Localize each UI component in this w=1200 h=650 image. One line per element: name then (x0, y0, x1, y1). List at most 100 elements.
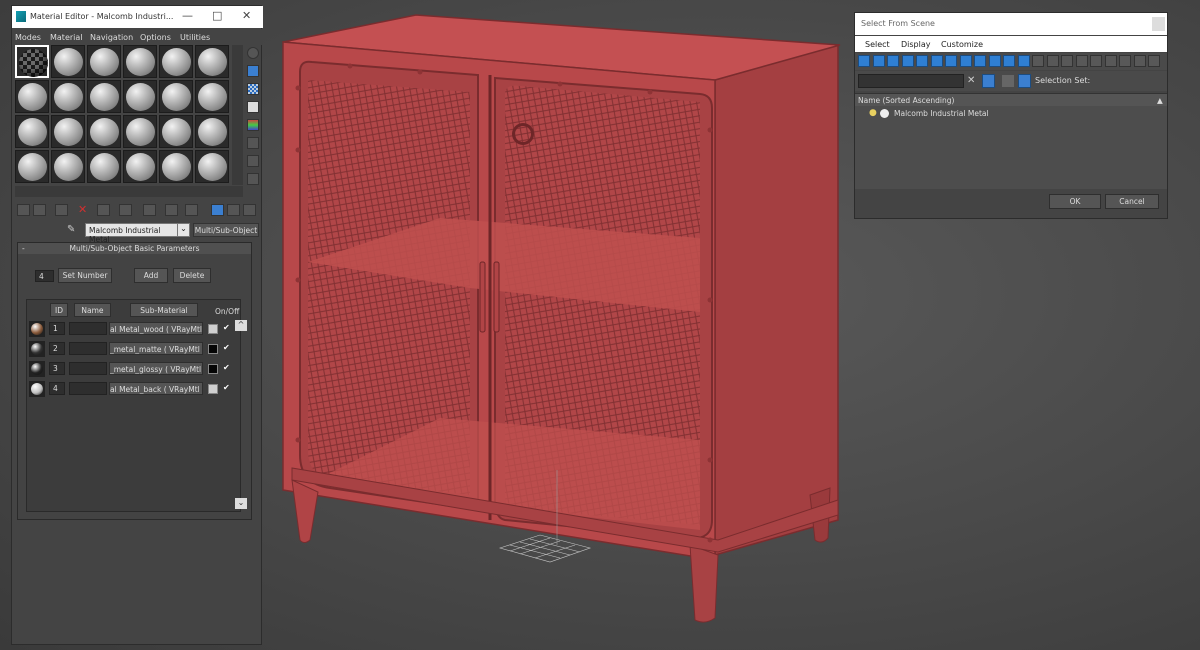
filter-display-none-icon[interactable] (1046, 55, 1059, 67)
options-icon[interactable] (247, 155, 259, 167)
material-id-channel-icon[interactable] (165, 204, 178, 216)
slots-vertical-scrollbar[interactable] (232, 45, 243, 185)
sub-material-name-field[interactable] (69, 362, 107, 375)
filter-helpers-icon[interactable] (916, 55, 928, 67)
filter-expand-icon[interactable] (1148, 55, 1160, 67)
sample-slot[interactable] (159, 115, 193, 148)
menu-modes[interactable]: Modes (15, 33, 41, 42)
list-item[interactable]: ● Malcomb Industrial Metal (869, 108, 1167, 120)
sub-material-thumbnail[interactable] (29, 321, 45, 337)
maximize-button[interactable]: □ (212, 10, 222, 22)
filter-filter-icon[interactable] (1104, 55, 1117, 67)
sample-slot[interactable] (159, 80, 193, 113)
menu-customize[interactable]: Customize (941, 40, 983, 49)
put-to-scene-icon[interactable] (33, 204, 46, 216)
sample-slot[interactable] (51, 80, 85, 113)
set-number-button[interactable]: Set Number (58, 268, 112, 283)
pick-material-eyedropper-icon[interactable]: ✎ (67, 224, 75, 235)
menu-display[interactable]: Display (901, 40, 931, 49)
menu-navigation[interactable]: Navigation (90, 33, 133, 42)
filter-space-warps-icon[interactable] (930, 55, 943, 67)
sub-material-button[interactable]: al Metal_wood ( VRayMtl ) (109, 322, 203, 335)
sample-slot[interactable] (51, 45, 85, 78)
sample-slot[interactable] (123, 45, 157, 78)
filter-display-all-icon[interactable] (1032, 55, 1044, 67)
filter-xrefs-icon[interactable] (959, 55, 972, 67)
sub-material-id-field[interactable]: 2 (49, 342, 65, 355)
go-to-parent-icon[interactable] (227, 204, 240, 216)
on-off-checkbox[interactable]: ✔ (223, 383, 233, 393)
name-column-header[interactable]: Name (Sorted Ascending) ▲ (855, 94, 1167, 106)
filter-find-case-icon[interactable] (1075, 55, 1088, 67)
show-end-result-icon[interactable] (211, 204, 224, 216)
table-scroll-down-icon[interactable]: ⌄ (235, 498, 247, 509)
rollout-header[interactable]: - Multi/Sub-Object Basic Parameters (18, 243, 251, 254)
filter-cameras-icon[interactable] (901, 55, 914, 67)
sample-slot[interactable] (15, 150, 49, 183)
sub-material-button[interactable]: _metal_glossy ( VRayMtl ) (109, 362, 203, 375)
sub-material-button[interactable]: _metal_matte ( VRayMtl ) (109, 342, 203, 355)
sub-material-thumbnail[interactable] (29, 361, 45, 377)
go-forward-sibling-icon[interactable] (243, 204, 256, 216)
sub-material-name-field[interactable] (69, 382, 107, 395)
sample-slot[interactable] (87, 150, 121, 183)
sort-by-id-button[interactable]: ID (50, 303, 68, 317)
on-off-checkbox[interactable]: ✔ (223, 323, 233, 333)
sub-material-thumbnail[interactable] (29, 381, 45, 397)
sample-slot[interactable] (195, 45, 229, 78)
add-button[interactable]: Add (134, 268, 168, 283)
slots-horizontal-scrollbar[interactable] (15, 186, 243, 197)
sample-slot[interactable] (15, 115, 49, 148)
color-swatch[interactable] (208, 344, 218, 354)
filter-columns-icon[interactable] (1090, 55, 1102, 67)
select-from-scene-titlebar[interactable]: Select From Scene (855, 13, 1167, 35)
color-swatch[interactable] (208, 384, 218, 394)
filter-geometry-icon[interactable] (858, 55, 870, 67)
backlight-icon[interactable] (247, 65, 259, 77)
sample-slot[interactable] (87, 80, 121, 113)
menu-options[interactable]: Options (140, 33, 171, 42)
delete-button[interactable]: Delete (173, 268, 211, 283)
sample-slot[interactable] (87, 45, 121, 78)
copy-material-icon[interactable] (97, 204, 110, 216)
lightbulb-icon[interactable]: ● (869, 108, 877, 118)
sub-material-name-field[interactable] (69, 342, 107, 355)
material-type-button[interactable]: Multi/Sub-Object (193, 223, 259, 237)
sample-slot[interactable] (195, 115, 229, 148)
filter-groups-icon[interactable] (945, 55, 957, 67)
sample-slot[interactable] (159, 45, 193, 78)
material-editor-titlebar[interactable]: Material Editor - Malcomb Industri... — … (12, 6, 263, 28)
sub-material-id-field[interactable]: 1 (49, 322, 65, 335)
sub-material-id-field[interactable]: 4 (49, 382, 65, 395)
sample-slot[interactable] (123, 115, 157, 148)
layers-icon[interactable] (1002, 75, 1014, 87)
sample-slot[interactable] (51, 115, 85, 148)
sub-material-button[interactable]: al Metal_back ( VRayMtl ) (109, 382, 203, 395)
color-swatch[interactable] (208, 364, 218, 374)
sample-slot[interactable] (87, 115, 121, 148)
select-by-material-icon[interactable] (247, 173, 259, 185)
material-count-field[interactable]: 4 (35, 270, 54, 282)
clear-search-icon[interactable]: ✕ (967, 75, 975, 86)
menu-material[interactable]: Material (50, 33, 83, 42)
on-off-checkbox[interactable]: ✔ (223, 343, 233, 353)
sample-slot[interactable] (15, 45, 49, 78)
show-shaded-icon[interactable] (185, 204, 198, 216)
cabinet-model[interactable] (282, 14, 841, 623)
menu-select[interactable]: Select (865, 40, 890, 49)
assign-to-selection-icon[interactable] (55, 204, 68, 216)
get-material-icon[interactable] (17, 204, 30, 216)
sub-material-thumbnail[interactable] (29, 341, 45, 357)
menu-utilities[interactable]: Utilities (180, 33, 210, 42)
filter-lights-icon[interactable] (887, 55, 899, 67)
filter-hidden-icon[interactable] (1017, 55, 1030, 67)
filter-invert-icon[interactable] (1061, 55, 1073, 67)
sample-slot[interactable] (195, 80, 229, 113)
video-color-check-icon[interactable] (247, 119, 259, 131)
sample-slot[interactable] (195, 150, 229, 183)
filter-frozen-icon[interactable] (1003, 55, 1015, 67)
sample-uv-icon[interactable] (247, 101, 259, 113)
table-scroll-up-icon[interactable]: ^ (235, 320, 247, 331)
filter-sync-icon[interactable] (1119, 55, 1131, 67)
sub-material-name-field[interactable] (69, 322, 107, 335)
